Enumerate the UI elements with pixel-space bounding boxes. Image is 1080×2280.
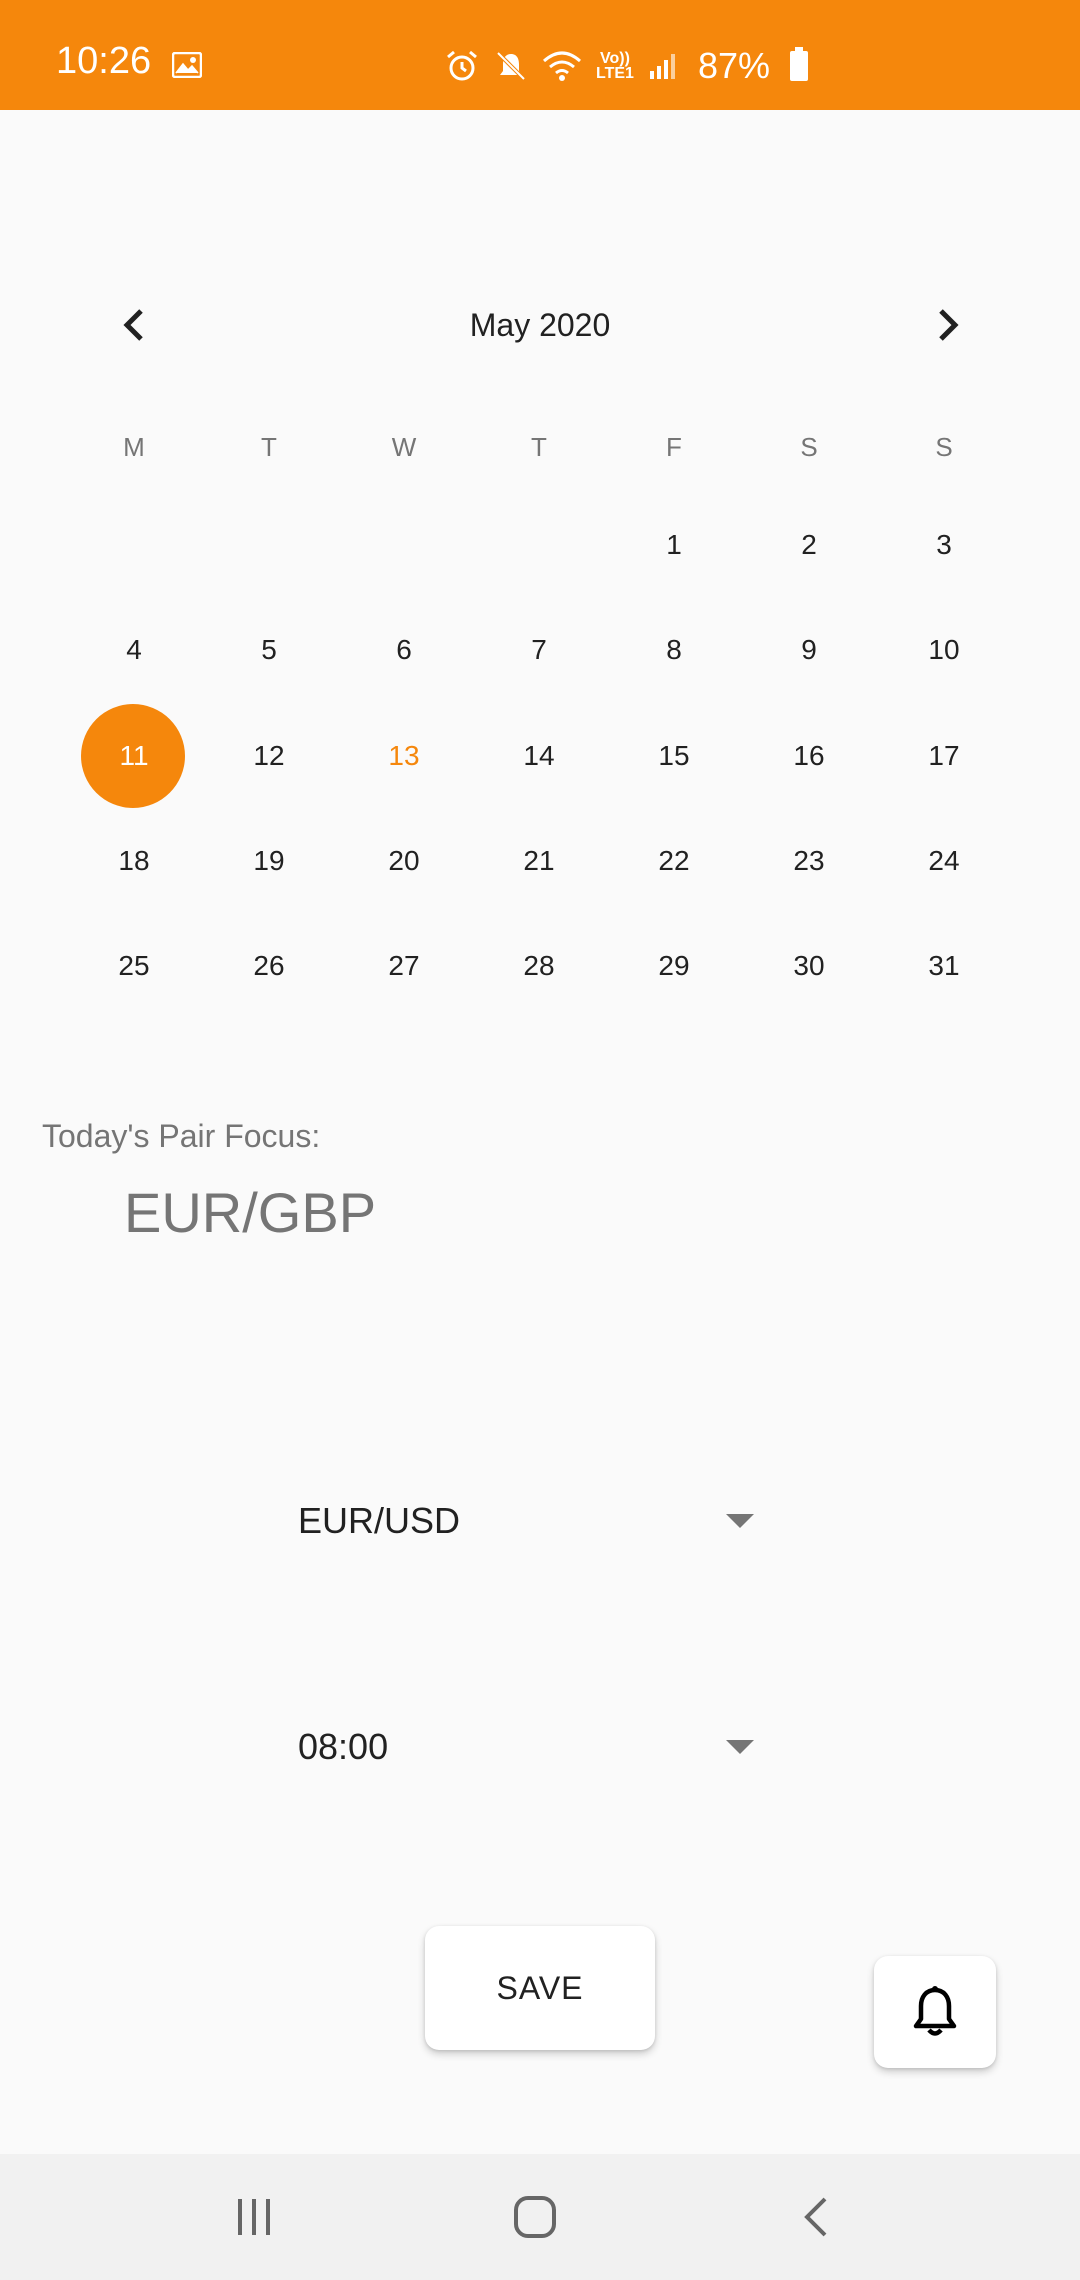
alarm-icon	[447, 50, 477, 81]
signal-icon	[649, 54, 675, 79]
home-icon	[514, 2196, 556, 2238]
pair-dropdown-value: EUR/USD	[298, 1500, 461, 1541]
calendar-day-26[interactable]: 26	[202, 914, 336, 1018]
calendar-day-10[interactable]: 10	[877, 598, 1011, 702]
calendar-day-3[interactable]: 3	[877, 493, 1011, 597]
recents-icon	[238, 2199, 270, 2235]
focus-label: Today's Pair Focus:	[42, 1118, 321, 1154]
navigation-bar	[0, 2154, 1080, 2280]
calendar-day-15[interactable]: 15	[607, 704, 741, 808]
status-time: 10:26	[56, 40, 152, 82]
battery-percent: 87%	[697, 45, 770, 86]
chevron-right-icon	[939, 309, 959, 341]
calendar-day-21[interactable]: 21	[472, 809, 606, 913]
calendar-day-19[interactable]: 19	[202, 809, 336, 913]
calendar-day-6[interactable]: 6	[337, 598, 471, 702]
calendar-day-2[interactable]: 2	[742, 493, 876, 597]
dropdown-arrow-icon	[726, 1740, 754, 1754]
weekday-label: S	[800, 432, 818, 462]
save-button[interactable]: SAVE	[425, 1926, 655, 2050]
calendar-day-13[interactable]: 13	[337, 704, 471, 808]
status-bar: 10:26 Vo)) LTE1 87%	[0, 0, 1080, 110]
weekday-label: T	[531, 432, 547, 462]
calendar-day-11[interactable]: 11	[67, 704, 201, 808]
dropdown-arrow-icon	[726, 1514, 754, 1528]
calendar-day-29[interactable]: 29	[607, 914, 741, 1018]
status-icons: Vo)) LTE1 87%	[444, 46, 808, 86]
next-month-button[interactable]	[918, 295, 978, 355]
calendar-day-23[interactable]: 23	[742, 809, 876, 913]
calendar-day-25[interactable]: 25	[67, 914, 201, 1018]
home-button[interactable]	[495, 2184, 575, 2250]
calendar-header: May 2020	[0, 295, 1080, 355]
calendar-day-24[interactable]: 24	[877, 809, 1011, 913]
focus-pair: EUR/GBP	[124, 1181, 377, 1244]
back-icon	[804, 2197, 827, 2237]
calendar-day-5[interactable]: 5	[202, 598, 336, 702]
calendar-day-7[interactable]: 7	[472, 598, 606, 702]
battery-icon	[790, 47, 808, 81]
calendar-day-18[interactable]: 18	[67, 809, 201, 913]
mute-icon	[496, 51, 526, 81]
calendar-day-16[interactable]: 16	[742, 704, 876, 808]
calendar-day-20[interactable]: 20	[337, 809, 471, 913]
calendar-day-27[interactable]: 27	[337, 914, 471, 1018]
notification-button[interactable]	[874, 1956, 996, 2068]
lte-label: LTE1	[596, 65, 634, 82]
weekday-label: M	[123, 432, 145, 462]
pair-dropdown[interactable]: EUR/USD	[298, 1480, 768, 1560]
calendar-day-30[interactable]: 30	[742, 914, 876, 1018]
weekday-label: F	[666, 432, 682, 462]
calendar-day-28[interactable]: 28	[472, 914, 606, 1018]
weekday-label: W	[391, 432, 417, 462]
calendar-day-12[interactable]: 12	[202, 704, 336, 808]
time-dropdown[interactable]: 08:00	[298, 1706, 768, 1786]
calendar-day-22[interactable]: 22	[607, 809, 741, 913]
volte-indicator: Vo)) LTE1	[596, 50, 634, 82]
bell-icon	[913, 1986, 957, 2036]
wifi-icon	[543, 51, 581, 81]
calendar-day-14[interactable]: 14	[472, 704, 606, 808]
calendar-day-17[interactable]: 17	[877, 704, 1011, 808]
calendar-day-1[interactable]: 1	[607, 493, 741, 597]
time-dropdown-value: 08:00	[298, 1726, 389, 1767]
back-button[interactable]	[776, 2184, 856, 2250]
weekday-label: S	[935, 432, 953, 462]
calendar-day-9[interactable]: 9	[742, 598, 876, 702]
calendar-day-31[interactable]: 31	[877, 914, 1011, 1018]
calendar-day-8[interactable]: 8	[607, 598, 741, 702]
calendar-day-4[interactable]: 4	[67, 598, 201, 702]
volte-label: Vo))	[600, 50, 630, 67]
weekday-label: T	[261, 432, 277, 462]
recent-apps-button[interactable]	[214, 2184, 294, 2250]
gallery-icon	[172, 52, 202, 78]
